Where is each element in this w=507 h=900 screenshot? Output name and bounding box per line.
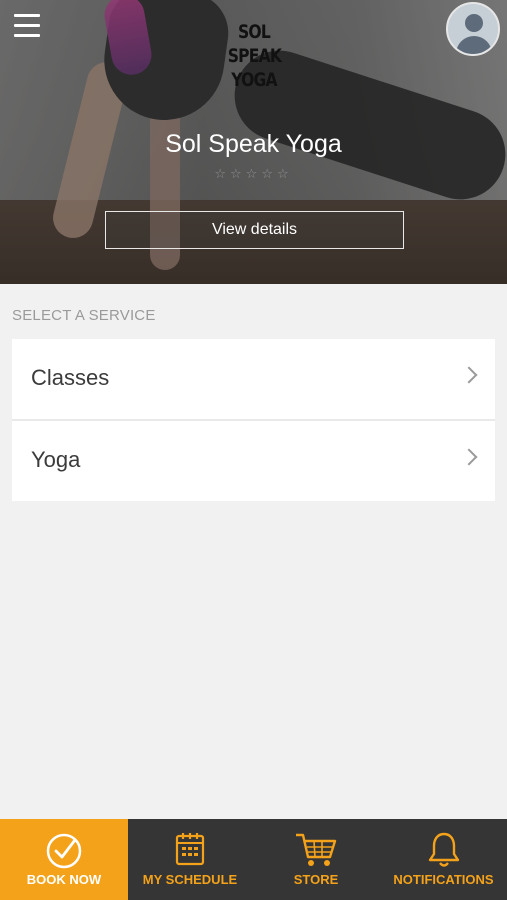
- nav-store[interactable]: STORE: [252, 819, 380, 900]
- bottom-nav: BOOK NOW MY SCHEDULE STORE NOTIFICATIONS: [0, 819, 507, 900]
- nav-label: NOTIFICATIONS: [393, 872, 494, 887]
- nav-book-now[interactable]: BOOK NOW: [0, 819, 128, 900]
- avatar-head: [465, 14, 483, 32]
- hero-banner: SOL SPEAK YOGA Sol Speak Yoga ☆☆☆☆☆ View…: [0, 0, 507, 284]
- business-name: Sol Speak Yoga: [165, 130, 342, 158]
- logo-line-2: SPEAK: [227, 45, 282, 67]
- check-circle-icon: [46, 833, 82, 869]
- service-item-label: Yoga: [31, 447, 81, 472]
- avatar-body: [456, 36, 492, 54]
- calendar-icon: [175, 833, 205, 866]
- service-item-label: Classes: [31, 365, 110, 390]
- chevron-right-icon: [460, 366, 478, 384]
- view-details-button[interactable]: View details: [105, 211, 404, 249]
- rating-stars: ☆☆☆☆☆: [214, 166, 293, 181]
- service-item-yoga[interactable]: Yoga: [12, 421, 495, 501]
- hamburger-icon[interactable]: [14, 14, 40, 38]
- section-label: SELECT A SERVICE: [12, 307, 156, 324]
- nav-label: MY SCHEDULE: [142, 872, 238, 887]
- cart-icon: [296, 833, 337, 866]
- nav-notifications[interactable]: NOTIFICATIONS: [380, 819, 507, 900]
- service-list: Classes Yoga: [12, 339, 495, 501]
- nav-label: BOOK NOW: [26, 872, 102, 887]
- logo-line-1: SOL: [238, 21, 271, 43]
- service-item-classes[interactable]: Classes: [12, 339, 495, 419]
- nav-label: STORE: [293, 872, 339, 887]
- user-avatar-icon[interactable]: [446, 2, 500, 56]
- nav-my-schedule[interactable]: MY SCHEDULE: [128, 819, 252, 900]
- bell-icon: [428, 832, 460, 867]
- logo-line-3: YOGA: [231, 69, 277, 91]
- chevron-right-icon: [460, 448, 478, 466]
- business-logo: SOL SPEAK YOGA: [227, 20, 282, 92]
